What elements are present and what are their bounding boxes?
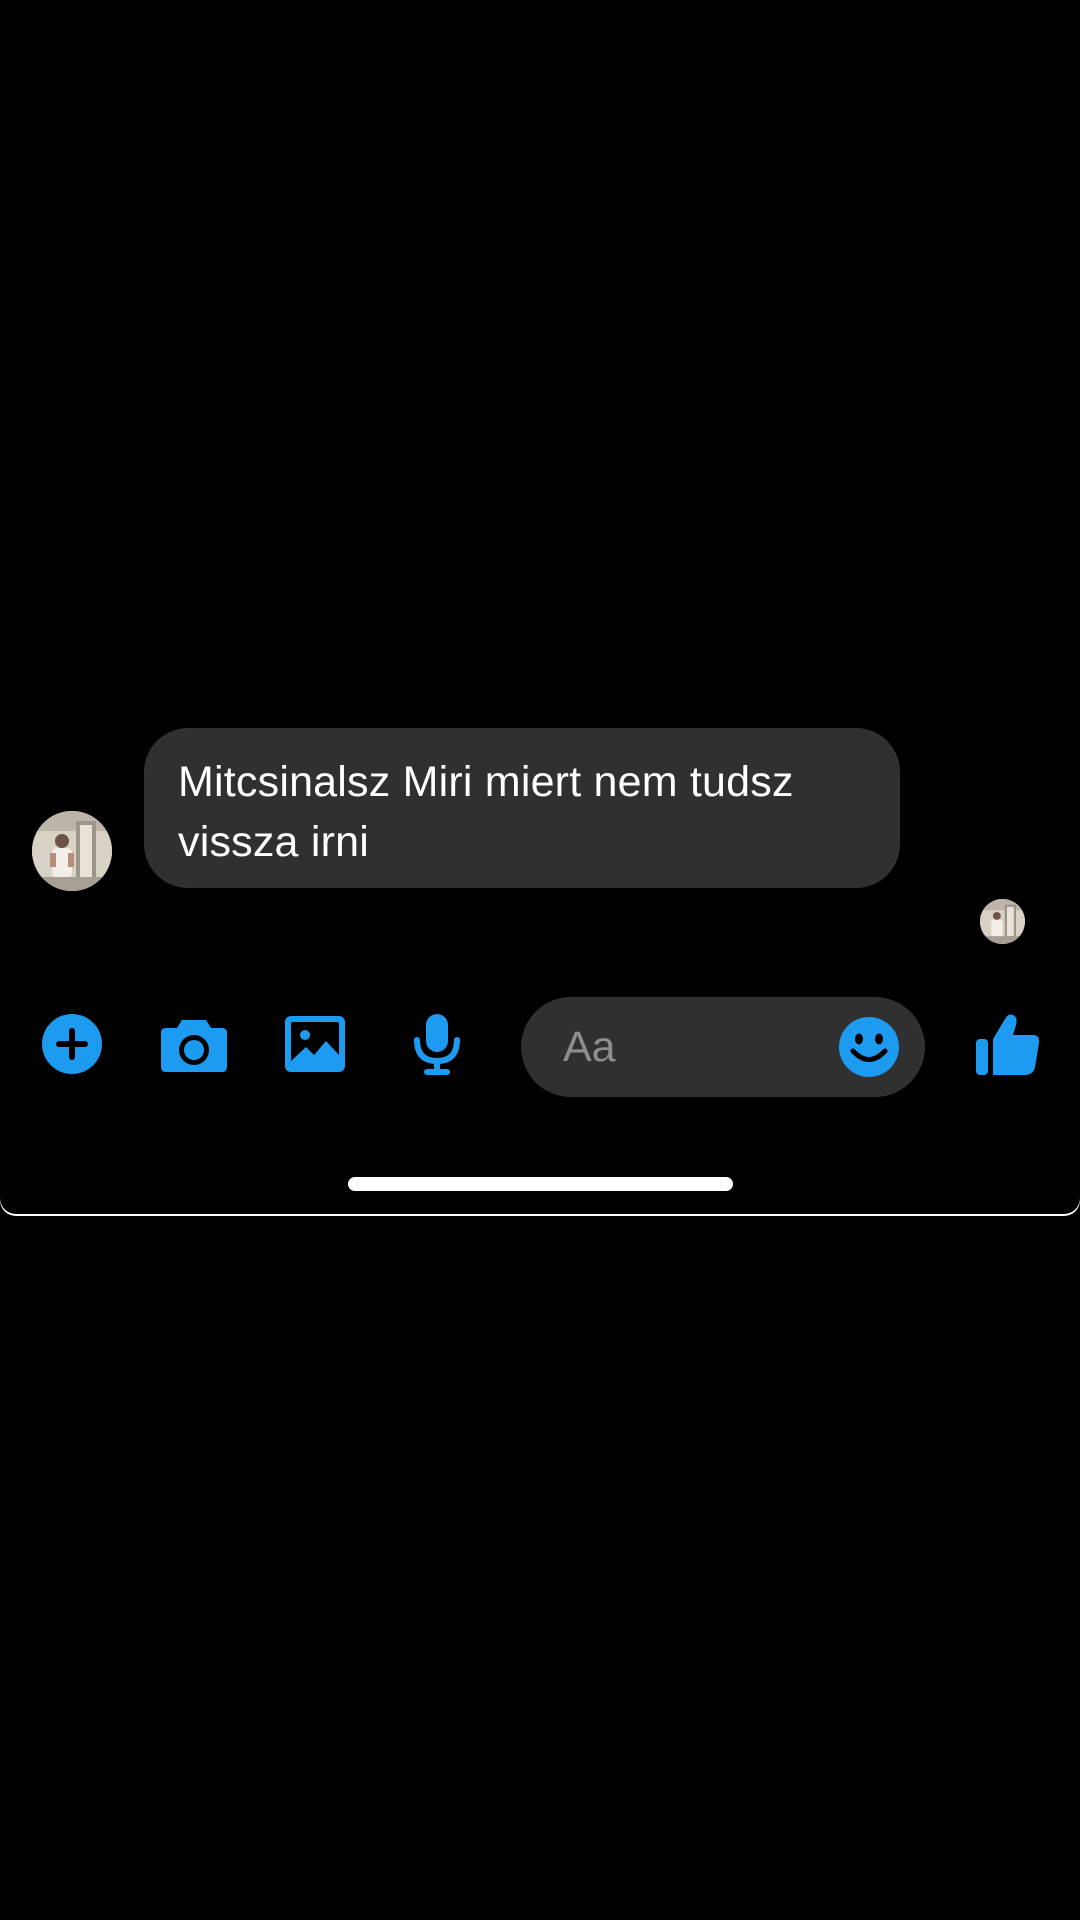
messenger-screen: Mitcsinalsz Miri miert nem tudsz vissza … bbox=[0, 0, 1080, 1214]
gallery-button[interactable] bbox=[275, 1004, 355, 1084]
empty-background bbox=[0, 1216, 1080, 1920]
message-bubble[interactable]: Mitcsinalsz Miri miert nem tudsz vissza … bbox=[144, 728, 900, 888]
seen-receipt-avatar bbox=[980, 899, 1025, 944]
message-text: Mitcsinalsz Miri miert nem tudsz vissza … bbox=[178, 758, 794, 866]
message-input[interactable]: Aa bbox=[521, 997, 925, 1097]
smiley-icon bbox=[839, 1017, 899, 1077]
microphone-icon bbox=[414, 1014, 460, 1075]
emoji-button[interactable] bbox=[829, 1007, 909, 1087]
microphone-button[interactable] bbox=[397, 1004, 477, 1084]
image-icon bbox=[285, 1016, 345, 1072]
plus-button[interactable] bbox=[32, 1004, 112, 1084]
composer-bar: Aa bbox=[0, 990, 1080, 1100]
sender-avatar[interactable] bbox=[32, 811, 112, 891]
thumbs-up-icon bbox=[976, 1014, 1040, 1075]
message-input-placeholder: Aa bbox=[563, 1023, 616, 1071]
seen-avatar-photo bbox=[980, 899, 1025, 944]
plus-icon bbox=[42, 1014, 102, 1074]
camera-button[interactable] bbox=[154, 1004, 234, 1084]
like-button[interactable] bbox=[968, 1004, 1048, 1084]
camera-icon bbox=[161, 1020, 227, 1072]
avatar-photo bbox=[32, 811, 112, 891]
home-indicator[interactable] bbox=[348, 1177, 733, 1191]
